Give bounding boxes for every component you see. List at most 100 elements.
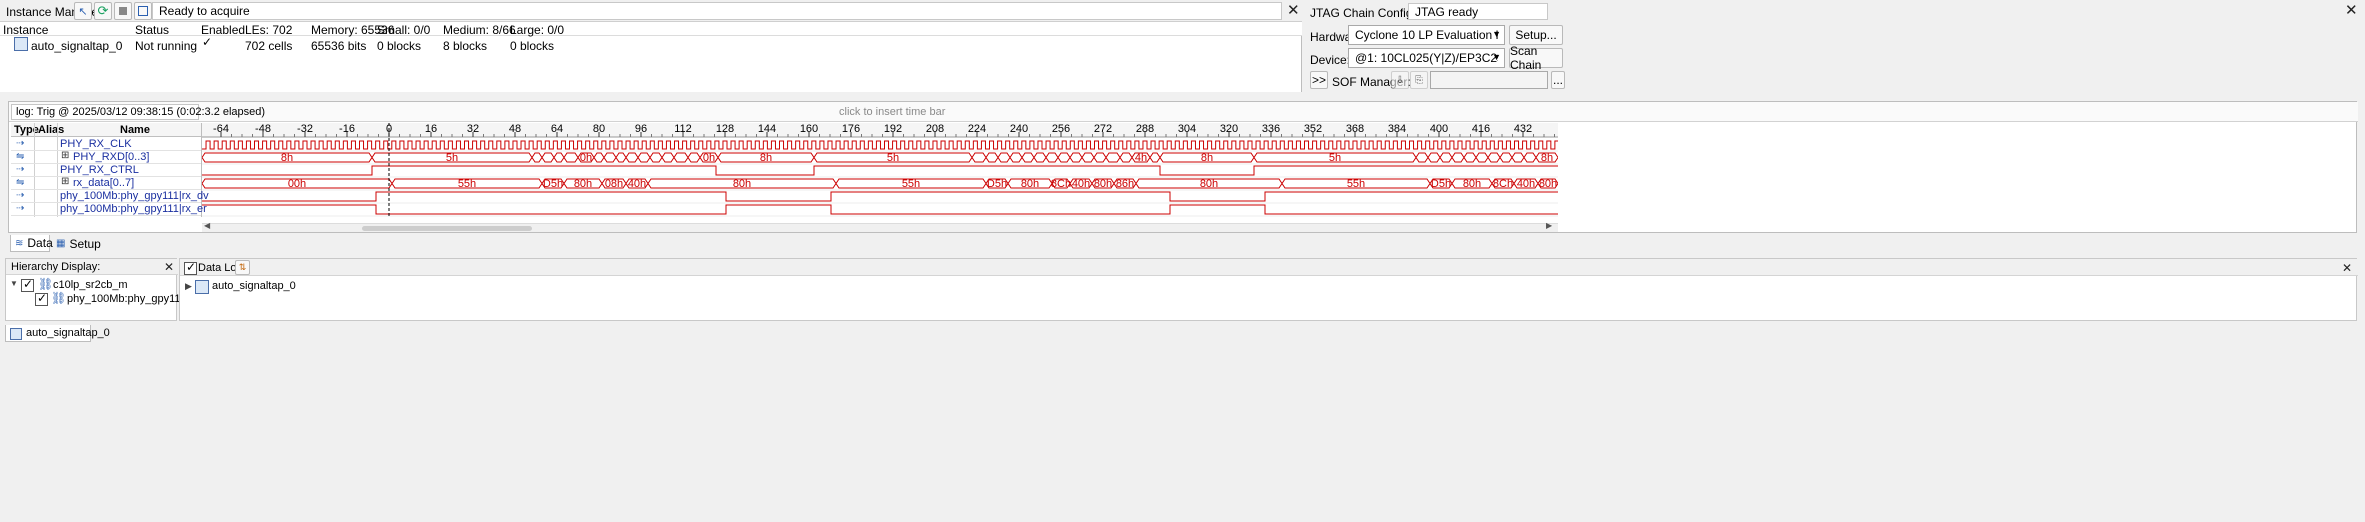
phy-rxd-segment (1439, 152, 1453, 163)
sof-file-field[interactable] (1430, 71, 1548, 89)
expand-bus-icon[interactable]: ⊞ (61, 176, 69, 187)
ruler-tick-label: 128 (716, 123, 734, 135)
tree-expand-icon[interactable]: ▶ (185, 281, 192, 292)
phy-rxd-value-label: 8h (760, 152, 772, 164)
ruler-tick-label: 368 (1346, 123, 1364, 135)
col-large: Large: 0/0 (510, 23, 565, 37)
phy-rxd-value-label: 5h (446, 152, 458, 164)
hardware-setup-button[interactable]: Setup... (1509, 25, 1563, 45)
phy-rxd-value-label: 0h (580, 152, 592, 164)
ruler-tick-label: 16 (425, 123, 437, 135)
child-checkbox[interactable] (35, 291, 48, 307)
rx-data-value-label: 00h (288, 178, 306, 190)
scan-chain-button[interactable]: Scan Chain (1509, 44, 1563, 72)
instance-name: auto_signaltap_0 (31, 39, 123, 53)
phy-rxd-segment (1415, 152, 1429, 163)
bottom-tab[interactable]: auto_signaltap_0 (5, 325, 110, 342)
signal-row[interactable]: ⇋ ⊞ rx_data[0..7] (11, 176, 201, 190)
phy-rxd-segment (531, 152, 543, 163)
signal-row[interactable]: ⇢ PHY_RX_CTRL (11, 164, 201, 177)
ruler-tick-label: 240 (1010, 123, 1028, 135)
read-data-button[interactable] (134, 2, 152, 20)
instance-manager-close-icon[interactable]: ✕ (1287, 3, 1300, 18)
instance-status-field: Ready to acquire (152, 2, 1282, 20)
tab-data[interactable]: ≋ Data (10, 235, 53, 252)
expand-bus-icon[interactable]: ⊞ (61, 150, 69, 161)
root-node-label[interactable]: c10lp_sr2cb_m (53, 279, 128, 291)
phy-rxd-segment (997, 152, 1011, 163)
ruler-tick-label: 48 (509, 123, 521, 135)
insert-time-bar-hint[interactable]: click to insert time bar (839, 106, 945, 118)
phy-rxd-value-label: 4h (1135, 152, 1147, 164)
jtag-status-text: JTAG ready (1415, 4, 1479, 19)
signal-row[interactable]: ⇋ ⊞ PHY_RXD[0..3] (11, 150, 201, 164)
device-select[interactable]: @1: 10CL025(Y|Z)/EP3C25/EP4CE22 (0 ▼ (1348, 48, 1505, 68)
phy-rxd-segment (649, 152, 663, 163)
scroll-right-icon[interactable]: ▶ (1546, 221, 1552, 230)
attach-sof-button[interactable]: ⎘ (1410, 71, 1428, 89)
phy-rxd-segment (1511, 152, 1525, 163)
rx-data-value-label: 80h (574, 178, 592, 190)
signal-type-icon: ⇋ (16, 151, 25, 162)
ruler-tick-label: 336 (1262, 123, 1280, 135)
bottom-tab-icon (10, 326, 22, 341)
phy-rxd-segment (1149, 152, 1161, 163)
scrollbar-thumb[interactable] (362, 226, 532, 231)
ruler-tick-label: -32 (297, 123, 313, 135)
col-alias: Alias (38, 124, 65, 136)
program-device-button[interactable]: ⇩ (1391, 71, 1409, 89)
rx-data-value-label: D5h (987, 178, 1007, 190)
expand-button[interactable]: >> (1310, 71, 1328, 89)
instance-row[interactable]: auto_signaltap_0 Not running 702 cells 6… (0, 35, 1302, 53)
log-instance-label[interactable]: auto_signaltap_0 (212, 280, 296, 292)
tree-collapse-icon[interactable]: ▼ (10, 279, 18, 288)
jtag-panel: JTAG Chain Configuration: JTAG ready ✕ H… (1305, 0, 2365, 92)
phy-rxd-segment (1119, 152, 1133, 163)
scan-chain-label: Scan Chain (1510, 44, 1542, 72)
ruler-tick-label: 96 (635, 123, 647, 135)
signal-row[interactable]: ⇢ phy_100Mb:phy_gpy111|rx_dv (11, 190, 209, 203)
autodetect-button[interactable]: ↖ (74, 2, 92, 20)
phy-rxd-segment (1045, 152, 1059, 163)
signal-name: phy_100Mb:phy_gpy111|rx_dv (60, 190, 209, 202)
child-node-label[interactable]: phy_100Mb:phy_gpy111 (67, 293, 186, 305)
horizontal-scrollbar[interactable]: ◀ ▶ (202, 221, 1558, 232)
signal-name: phy_100Mb:phy_gpy111|rx_er (60, 203, 207, 215)
phy-rxd-value-label: 8h (1541, 152, 1553, 164)
rx-data-value-label: 40h (1517, 178, 1535, 190)
root-node-icon: ⛓ (38, 277, 54, 291)
instance-memory: 65536 bits (311, 39, 367, 53)
waveform-panel: log: Trig @ 2025/03/12 09:38:15 (0:02:3.… (8, 101, 2358, 233)
rx-er-waveform (202, 204, 1558, 215)
signal-row[interactable]: ⇢ phy_100Mb:phy_gpy111|rx_er (11, 203, 207, 216)
jtag-close-icon[interactable]: ✕ (2345, 3, 2358, 18)
tab-setup[interactable]: ▦ Setup (52, 235, 102, 252)
child-node-icon: ⛓ (51, 291, 67, 305)
signal-type-icon: ⇋ (16, 177, 25, 188)
rx-dv-waveform (202, 191, 1558, 202)
data-log-button[interactable]: ⇅ (235, 260, 250, 275)
phy-rxd-segment (1093, 152, 1107, 163)
phy-rxd-segment (1009, 152, 1023, 163)
rx-ctrl-waveform (202, 165, 1558, 176)
log-instance-icon (195, 278, 209, 294)
data-log-close-icon[interactable]: ✕ (2342, 261, 2352, 276)
ruler-tick-label: 416 (1472, 123, 1490, 135)
signal-row[interactable]: ⇢ PHY_RX_CLK (11, 138, 201, 151)
data-log-header: Data Log: ⇅ ✕ (180, 259, 2358, 276)
root-checkbox[interactable] (21, 277, 34, 293)
stop-button[interactable] (114, 2, 132, 20)
hardware-select[interactable]: Cyclone 10 LP Evaluation Kit [USB-1] ▼ (1348, 25, 1505, 45)
phy-rxd-segment (661, 152, 675, 163)
data-log-checkbox[interactable] (184, 260, 197, 276)
sof-browse-button[interactable]: ... (1551, 71, 1565, 89)
run-button[interactable]: ⟳ (94, 2, 112, 20)
hierarchy-close-icon[interactable]: ✕ (164, 260, 174, 275)
phy-rxd-segment (1463, 152, 1477, 163)
scroll-left-icon[interactable]: ◀ (204, 221, 210, 230)
browse-label: ... (1552, 73, 1563, 87)
stop-icon (119, 7, 127, 15)
waveform-canvas[interactable]: -64-48-32-160163248648096112128144160176… (202, 123, 1558, 217)
phy-rxd-segment (1069, 152, 1083, 163)
rx-data-value-label: 80h (1200, 178, 1218, 190)
